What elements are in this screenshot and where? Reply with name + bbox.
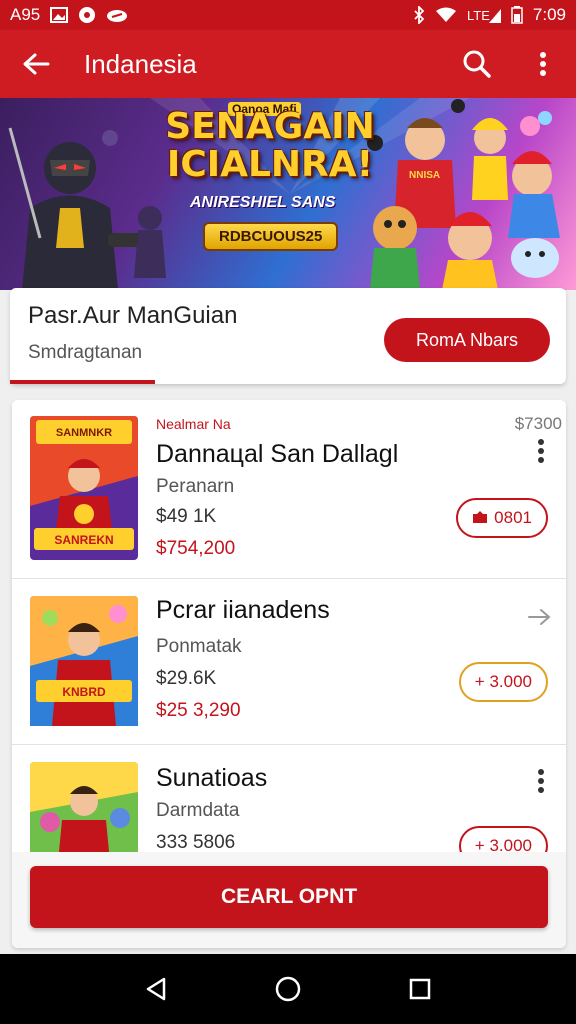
banner-subtitle: ANIRESHIEL SANS xyxy=(190,194,336,211)
svg-text:LTE: LTE xyxy=(467,8,490,23)
item-name: Pcrar iianadens xyxy=(156,596,330,624)
app-bar: Indanesia xyxy=(0,30,576,98)
battery-icon xyxy=(511,6,523,24)
bluetooth-icon xyxy=(413,6,425,24)
page-title: Indanesia xyxy=(84,48,197,79)
item-thumbnail xyxy=(30,762,138,862)
item-subtitle: Ponmatak xyxy=(156,636,242,657)
back-triangle-icon xyxy=(146,977,166,1001)
banner-badge: RDBCUOUS25 xyxy=(203,222,339,251)
divider xyxy=(12,578,566,579)
item-chip[interactable]: 0801 xyxy=(456,498,548,538)
ticket-icon xyxy=(473,511,488,523)
item-total: $25 3,290 xyxy=(156,700,241,721)
arrow-back-icon xyxy=(23,53,50,75)
item-thumbnail: SANMNKR SANREKN xyxy=(30,416,138,560)
image-icon xyxy=(50,7,69,23)
status-left-text: A95 xyxy=(10,5,41,24)
item-thumbnail: KNBRD xyxy=(30,596,138,740)
circle-badge-icon xyxy=(78,6,96,24)
arrow-right-icon xyxy=(528,609,551,625)
item-price: $49 1K xyxy=(156,506,217,527)
svg-text:KNBRD: KNBRD xyxy=(62,685,106,699)
item-menu-button[interactable] xyxy=(530,766,552,796)
more-vert-icon xyxy=(538,769,544,793)
status-bar: A95 LTE 7:09 xyxy=(0,0,576,30)
item-menu-button[interactable] xyxy=(530,436,552,466)
list-item[interactable]: SANMNKR SANREKN Nealmar Na $7300 Dannaцa… xyxy=(12,400,566,566)
more-vert-icon xyxy=(540,52,546,76)
nav-recents-button[interactable] xyxy=(390,959,450,1019)
item-price: $29.6K xyxy=(156,668,217,689)
signal-icon: LTE xyxy=(467,7,501,23)
svg-text:SANMNKR: SANMNKR xyxy=(56,427,112,439)
system-nav-bar xyxy=(0,954,576,1024)
item-name: Sunatioas xyxy=(156,764,268,792)
info-title: Pasr.Aur ManGuian xyxy=(28,302,238,329)
promo-banner[interactable]: NNISA Oanoa Mafi SENAGAIN ICIALNRA! ANIR… xyxy=(0,98,576,290)
tab-indicator xyxy=(10,380,155,384)
status-time: 7:09 xyxy=(532,5,566,24)
item-subtitle: Darmdata xyxy=(156,800,240,821)
item-name: Dannaцal San Dallagl xyxy=(156,440,399,468)
banner-title-line1: SENAGAIN xyxy=(165,106,375,147)
banner-title: SENAGAIN ICIALNRA! xyxy=(150,108,390,184)
info-card: Pasr.Aur ManGuian Smdragtanan RomA Nbars xyxy=(10,288,566,384)
item-kicker: Nealmar Na xyxy=(156,416,231,432)
item-chip-label: + 3.000 xyxy=(474,672,532,691)
status-left: A95 xyxy=(10,5,128,25)
overflow-menu-button[interactable] xyxy=(510,30,576,98)
status-right: LTE 7:09 xyxy=(413,5,566,25)
primary-cta-button[interactable]: CEARL OPNT xyxy=(30,866,548,928)
info-action-button[interactable]: RomA Nbars xyxy=(384,318,550,362)
cta-area: CEARL OPNT xyxy=(12,852,566,948)
search-button[interactable] xyxy=(444,30,510,98)
banner-title-line2: ICIALNRA! xyxy=(166,144,374,185)
item-subtitle: Peranarn xyxy=(156,476,235,497)
item-corner-value: $7300 xyxy=(514,414,562,433)
svg-text:SANREKN: SANREKN xyxy=(54,533,113,547)
recents-square-icon xyxy=(409,978,431,1000)
home-circle-icon xyxy=(275,976,301,1002)
list-item[interactable]: KNBRD Pcrar iianadens Ponmatak $29.6K $2… xyxy=(12,580,566,746)
shirt-text: NNISA xyxy=(409,170,440,181)
item-total: $754,200 xyxy=(156,538,236,559)
item-price: 333 5806 xyxy=(156,832,236,853)
info-subtitle: Smdragtanan xyxy=(28,342,143,363)
divider xyxy=(12,744,566,745)
nav-back-button[interactable] xyxy=(126,959,186,1019)
item-open-button[interactable] xyxy=(526,602,552,632)
search-icon xyxy=(463,50,491,78)
more-vert-icon xyxy=(538,439,544,463)
back-button[interactable] xyxy=(0,30,72,98)
nav-home-button[interactable] xyxy=(258,959,318,1019)
item-chip[interactable]: + 3.000 xyxy=(458,662,548,702)
item-chip-label: 0801 xyxy=(494,508,532,527)
wifi-icon xyxy=(435,7,457,23)
cloud-icon xyxy=(106,7,128,23)
